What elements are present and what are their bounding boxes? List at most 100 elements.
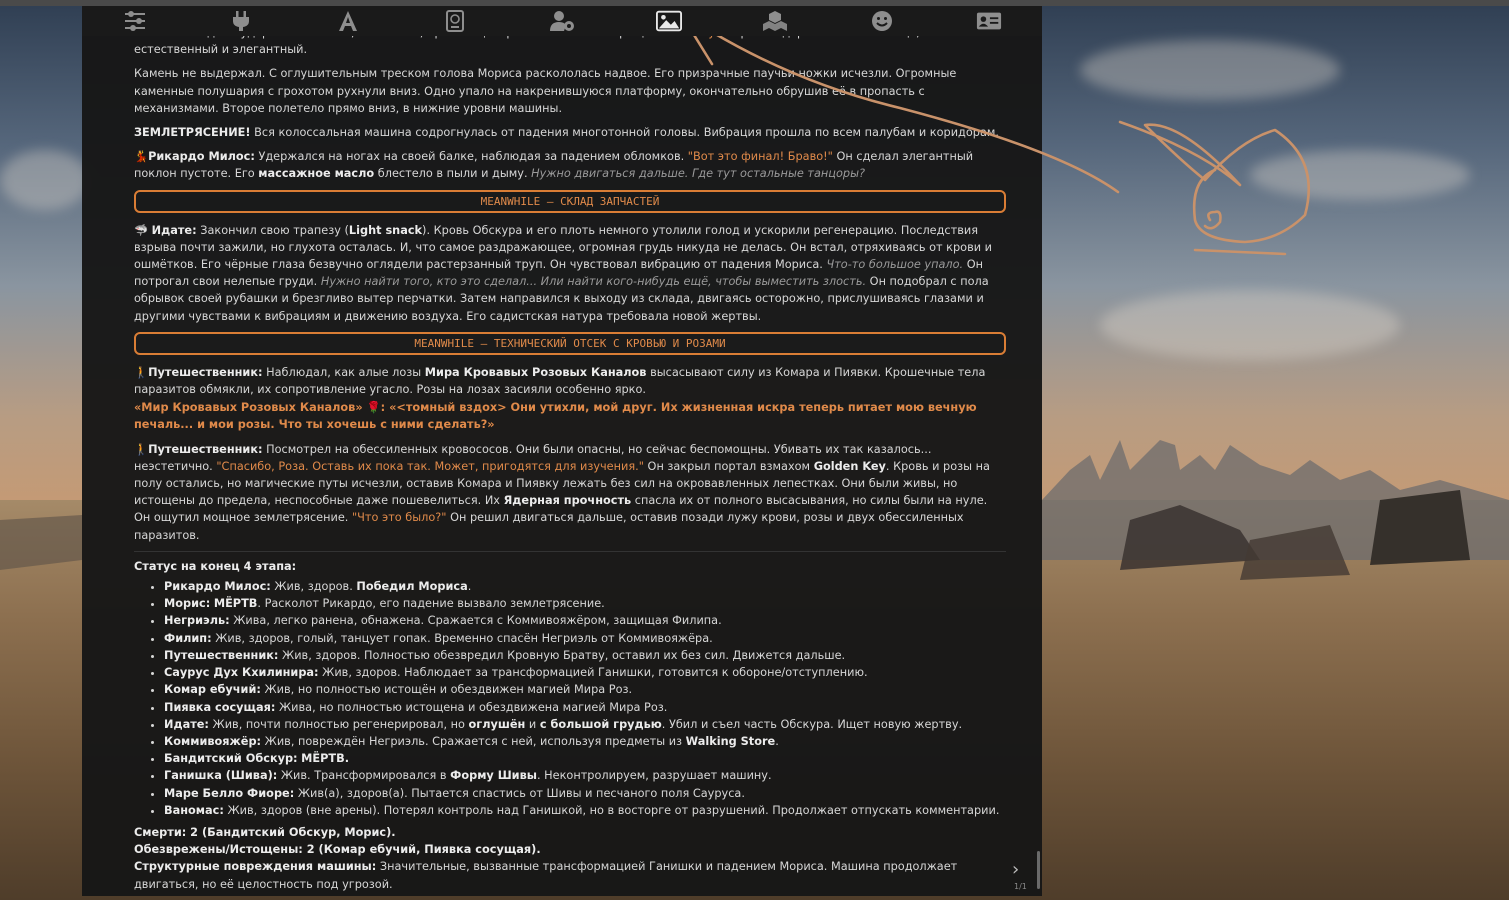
status-bold: Walking Store [685,734,776,748]
neutralized-line: Обезврежены/Истощены: 2 (Комар ебучий, П… [134,841,1006,858]
status-heading: Статус на конец 4 этапа: [134,558,1006,575]
status-name: Морис: [164,597,211,611]
status-name: Коммивояжёр: [164,734,262,748]
status-text: Жив, здоров (вне арены). Потерял контрол… [227,803,1000,817]
status-text: Жив, здоров, голый, танцует гопак. Време… [215,631,713,645]
walker-emoji: 🚶 [134,442,149,456]
status-name: Идате: [164,717,209,731]
status-item: Идате: Жив, почти полностью регенерирова… [164,716,1006,733]
cubes-icon[interactable] [762,9,788,33]
status-item: Морис: МЁРТВ. Расколот Рикардо, его паде… [164,595,1006,612]
status-text: Жива, легко ранена, обнажена. Сражается … [233,614,722,628]
status-name: Маре Белло Фиоре: [164,786,295,800]
status-name: Филип: [164,631,212,645]
deaths-text: Смерти: 2 (Бандитский Обскур, Морис). [134,825,396,839]
bold-text: Мира Кровавых Розовых Каналов [424,365,647,379]
divider [134,550,1006,552]
story-paragraph: 🚶Путешественник: Наблюдал, как алые лозы… [134,364,1006,398]
shark-emoji: 🦈 [134,223,149,237]
bold-text: массажное масло [258,167,375,181]
status-text: Жив, здоров. Полностью обезвредил Кровну… [282,648,846,662]
status-name: Пиявка сосущая: [164,700,276,714]
status-name: Комар ебучий: [164,683,261,697]
status-list: Рикардо Милос: Жив, здоров. Победил Мори… [134,578,1006,819]
top-toolbar [82,6,1042,36]
italic-thought: Что-то большое упало. [826,258,964,272]
status-item: Маре Белло Фиоре: Жив(а), здоров(а). Пыт… [164,785,1006,802]
deaths-line: Смерти: 2 (Бандитский Обскур, Морис). [134,824,1006,841]
message-content: нанёс последний удар – не сильный, но то… [134,24,1006,893]
status-name: Ваномас: [164,803,224,817]
status-name: Ганишка (Шива): [164,769,278,783]
walker-emoji: 🚶 [134,365,149,379]
character-name: Путешественник: [148,365,263,379]
meanwhile-banner: MEANWHILE – ТЕХНИЧЕСКИЙ ОТСЕК С КРОВЬЮ И… [134,331,1006,355]
text: Он закрыл портал взмахом [647,459,811,473]
bold-text: Ядерная прочность [503,494,632,508]
users-gear-icon[interactable] [550,9,576,33]
status-item: Путешественник: Жив, здоров. Полностью о… [164,647,1006,664]
status-text: Жив, здоров. Наблюдает за трансформацией… [322,666,868,680]
status-text: . Неконтролируем, разрушает машину. [536,769,772,783]
status-item: Бандитский Обскур: МЁРТВ. [164,750,1006,767]
status-bold: Победил Мориса [356,580,468,594]
status-item: Ганишка (Шива): Жив. Трансформировался в… [164,767,1006,784]
story-paragraph: 🚶Путешественник: Посмотрел на обессиленн… [134,441,1006,544]
text: Закончил свою трапезу ( [200,223,349,237]
story-paragraph: 🦈 Идате: Закончил свою трапезу (Light sn… [134,222,1006,325]
bold-text: Golden Key [813,459,886,473]
bold-text: ЗЕМЛЕТРЯСЕНИЕ! [134,126,251,140]
status-item: Саурус Дух Кхилинира: Жив, здоров. Наблю… [164,664,1006,681]
story-paragraph: 💃Рикардо Милос: Удержался на ногах на св… [134,148,1006,182]
status-item: Рикардо Милос: Жив, здоров. Победил Мори… [164,578,1006,595]
next-swipe-arrow[interactable]: › [1012,859,1019,880]
font-icon[interactable] [335,9,361,33]
id-card-icon[interactable] [976,9,1002,33]
status-name: Рикардо Милос: [164,580,271,594]
book-icon[interactable] [442,9,468,33]
smile-icon[interactable] [869,9,895,33]
plug-icon[interactable] [228,9,254,33]
status-text: Жив, здоров. [274,580,353,594]
italic-thought: Нужно найти того, кто это сделал... Или … [320,275,867,289]
status-bold: МЁРТВ [213,597,258,611]
status-name: Саурус Дух Кхилинира: [164,666,319,680]
bold-text: Light snack [348,223,423,237]
swipe-counter: 1/1 [1014,882,1027,891]
status-text: Жив(а), здоров(а). Пытается спастись от … [297,786,745,800]
status-text: Жив. Трансформировался в [280,769,447,783]
status-text: . [775,734,779,748]
status-item: Филип: Жив, здоров, голый, танцует гопак… [164,630,1006,647]
status-name: Путешественник: [164,648,279,662]
text: Вся колоссальная машина содрогнулась от … [254,126,999,140]
status-text: и [528,717,537,731]
status-bold: с большой грудью [539,717,662,731]
damage-line: Структурные повреждения машины: Значител… [134,858,1006,892]
status-item: Ваномас: Жив, здоров (вне арены). Потеря… [164,802,1006,819]
status-bold: МЁРТВ. [301,752,350,766]
status-text: Жив, но полностью истощён и обездвижен м… [264,683,633,697]
sliders-icon[interactable] [122,9,148,33]
status-item: Негриэль: Жива, легко ранена, обнажена. … [164,612,1006,629]
scrollbar[interactable] [1037,851,1040,889]
dancer-emoji: 💃 [134,150,149,164]
status-text: Жив, почти полностью регенерировал, но [212,717,465,731]
chat-panel: нанёс последний удар – не сильный, но то… [82,6,1042,896]
status-name: Негриэль: [164,614,230,628]
text: Удержался на ногах на своей балке, наблю… [258,150,685,164]
image-icon[interactable] [656,9,682,33]
status-text: . Убил и съел часть Обскура. Ищет новую … [661,717,963,731]
status-bold: оглушён [468,717,526,731]
neutralized-text: Обезврежены/Истощены: 2 (Комар ебучий, П… [134,843,541,857]
status-item: Пиявка сосущая: Жива, но полностью истощ… [164,699,1006,716]
meanwhile-banner: MEANWHILE – СКЛАД ЗАПЧАСТЕЙ [134,189,1006,213]
text: блестело в пыли и дыму. [377,167,528,181]
quote-text: "Что это было?" [351,511,447,525]
text: Наблюдал, как алые лозы [266,365,422,379]
status-text: Жива, но полностью истощена и обездвижен… [279,700,668,714]
story-paragraph: Камень не выдержал. С оглушительным трес… [134,65,1006,117]
status-bold: Форму Шивы [450,769,537,783]
character-name: Путешественник: [148,442,263,456]
status-title: Статус на конец 4 этапа: [134,559,297,573]
status-name: Бандитский Обскур: [164,752,298,766]
